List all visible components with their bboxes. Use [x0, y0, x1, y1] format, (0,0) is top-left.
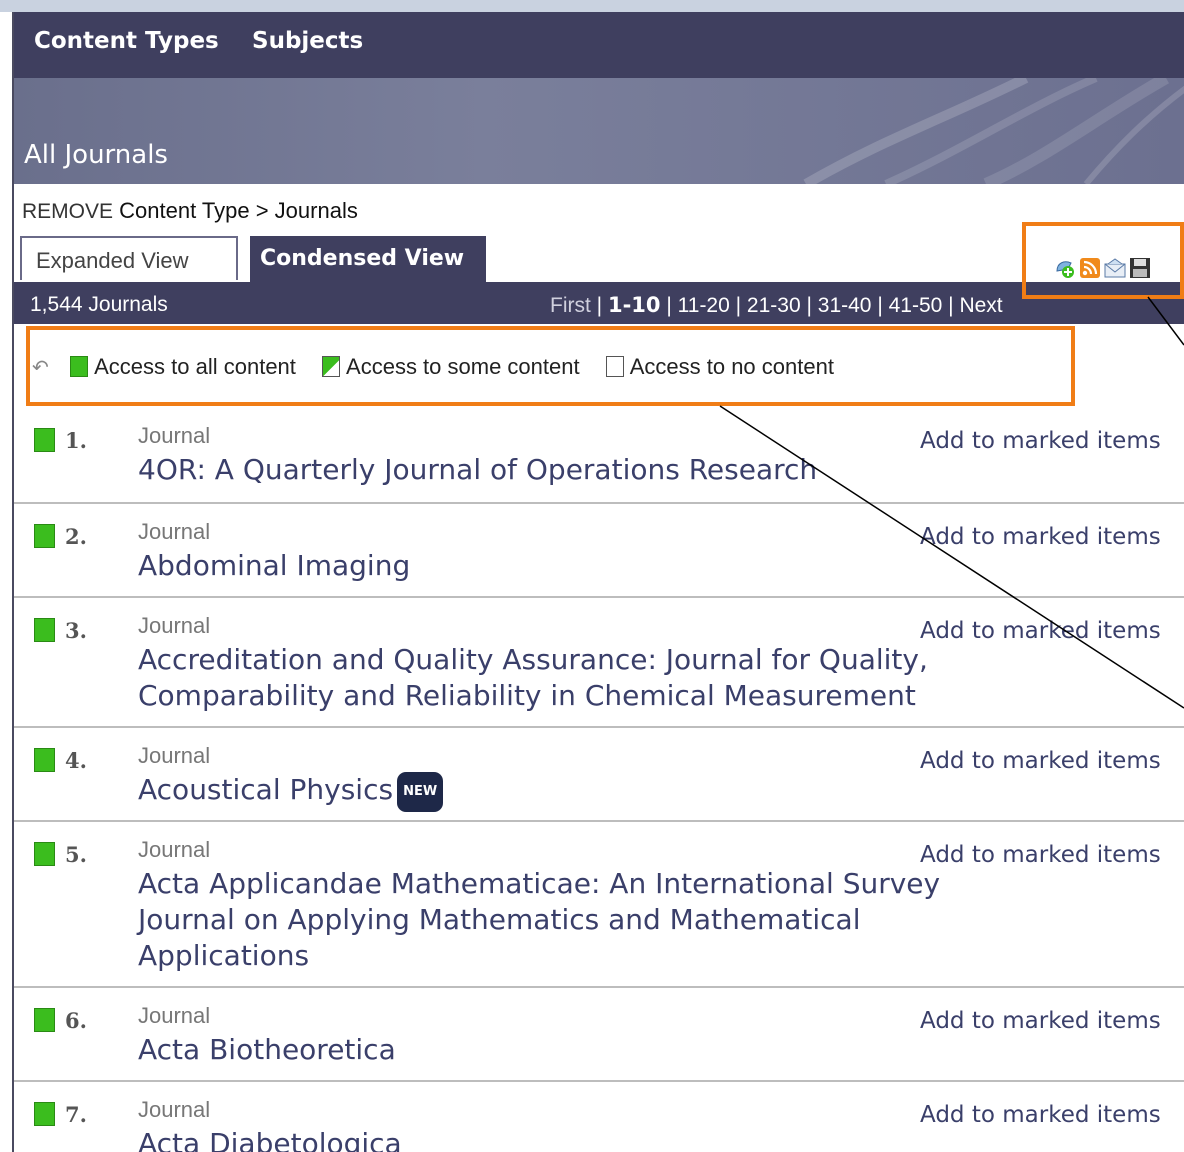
add-to-marked-items-link[interactable]: Add to marked items	[920, 1102, 1161, 1128]
pager-next[interactable]: Next	[959, 294, 1002, 317]
banner-decoration	[803, 78, 1184, 184]
item-number: 5.	[65, 842, 87, 867]
full-access-icon	[34, 428, 55, 452]
rss-feed-icon[interactable]	[1079, 257, 1101, 279]
remove-filter-link[interactable]: REMOVE	[22, 200, 113, 223]
add-to-marked-items-link[interactable]: Add to marked items	[920, 748, 1161, 774]
content-type: Journal	[138, 613, 211, 638]
email-icon[interactable]	[1104, 257, 1126, 279]
pager-11-20[interactable]: 11-20	[678, 294, 730, 317]
toolbar-icons	[1054, 257, 1151, 279]
page-title: All Journals	[24, 140, 168, 170]
nav-content-types[interactable]: Content Types	[34, 28, 219, 54]
partial-access-icon	[322, 356, 341, 377]
full-access-icon	[34, 618, 55, 642]
breadcrumb: REMOVE Content Type > Journals	[22, 198, 358, 224]
breadcrumb-path: Content Type > Journals	[119, 198, 358, 223]
journal-title-link[interactable]: Abdominal Imaging	[138, 548, 1098, 584]
list-item: 2. Journal Abdominal Imaging Add to mark…	[14, 504, 1184, 598]
list-item: 6. Journal Acta Biotheoretica Add to mar…	[14, 988, 1184, 1082]
pager-41-50[interactable]: 41-50	[889, 294, 943, 317]
add-to-marked-items-link[interactable]: Add to marked items	[920, 524, 1161, 550]
results-bar: 1,544 Journals First | 1-10 | 11-20 | 21…	[14, 282, 1184, 324]
full-access-icon	[34, 524, 55, 548]
no-access-icon	[605, 356, 624, 377]
content-type: Journal	[138, 1003, 211, 1028]
content-type: Journal	[138, 743, 211, 768]
pager-21-30[interactable]: 21-30	[747, 294, 801, 317]
legend-full-access: Access to all content	[70, 354, 296, 380]
page-frame: Content Types Subjects All Journals REMO…	[12, 12, 1184, 1152]
content-type: Journal	[138, 423, 211, 448]
full-access-icon	[34, 1008, 55, 1032]
item-number: 1.	[65, 428, 87, 453]
list-item: 5. Journal Acta Applicandae Mathematicae…	[14, 822, 1184, 988]
list-item: 4. Journal Acoustical Physics NEW Add to …	[14, 728, 1184, 822]
tab-condensed-view[interactable]: Condensed View	[250, 236, 486, 284]
list-item: 1. Journal 4OR: A Quarterly Journal of O…	[14, 408, 1184, 504]
item-number: 6.	[65, 1008, 87, 1033]
journal-title-link[interactable]: Acta Applicandae Mathematicae: An Intern…	[138, 866, 1038, 974]
window-top-strip	[0, 0, 1184, 12]
journal-title-link[interactable]: 4OR: A Quarterly Journal of Operations R…	[138, 452, 1098, 488]
new-badge: NEW	[397, 772, 444, 812]
tab-expanded-view[interactable]: Expanded View	[20, 236, 238, 280]
full-access-icon	[34, 842, 55, 866]
pagination: First | 1-10 | 11-20 | 21-30 | 31-40 | 4…	[550, 293, 1003, 317]
save-icon[interactable]	[1129, 257, 1151, 279]
pager-current: 1-10	[607, 293, 661, 317]
pager-31-40[interactable]: 31-40	[818, 294, 872, 317]
add-alert-icon[interactable]	[1054, 257, 1076, 279]
content-type: Journal	[138, 1097, 211, 1122]
add-to-marked-items-link[interactable]: Add to marked items	[920, 428, 1161, 454]
journal-title-link[interactable]: Acta Biotheoretica	[138, 1032, 1098, 1068]
pager-first[interactable]: First	[550, 294, 591, 317]
add-to-marked-items-link[interactable]: Add to marked items	[920, 618, 1161, 644]
results-count: 1,544 Journals	[30, 293, 168, 316]
list-item: 3. Journal Accreditation and Quality Ass…	[14, 598, 1184, 728]
full-access-icon	[70, 356, 89, 377]
item-number: 4.	[65, 748, 87, 773]
content-type: Journal	[138, 837, 211, 862]
full-access-icon	[34, 748, 55, 772]
add-to-marked-items-link[interactable]: Add to marked items	[920, 1008, 1161, 1034]
top-navigation: Content Types Subjects	[14, 12, 1184, 78]
back-arrow-icon: ↶	[32, 357, 49, 379]
list-item: 7. Journal Acta Diabetologica Add to mar…	[14, 1082, 1184, 1152]
journal-title-link[interactable]: Acoustical Physics NEW	[138, 772, 1098, 812]
item-number: 3.	[65, 618, 87, 643]
item-number: 7.	[65, 1102, 87, 1127]
legend-partial-access: Access to some content	[322, 354, 580, 380]
access-legend: ↶ Access to all content Access to some c…	[32, 354, 854, 380]
item-number: 2.	[65, 524, 87, 549]
nav-subjects[interactable]: Subjects	[252, 28, 363, 54]
content-type: Journal	[138, 519, 211, 544]
legend-no-access: Access to no content	[605, 354, 834, 380]
banner: All Journals	[14, 78, 1184, 184]
journal-title-link[interactable]: Accreditation and Quality Assurance: Jou…	[138, 642, 1078, 714]
add-to-marked-items-link[interactable]: Add to marked items	[920, 842, 1161, 868]
journal-title-link[interactable]: Acta Diabetologica	[138, 1126, 1098, 1152]
full-access-icon	[34, 1102, 55, 1126]
